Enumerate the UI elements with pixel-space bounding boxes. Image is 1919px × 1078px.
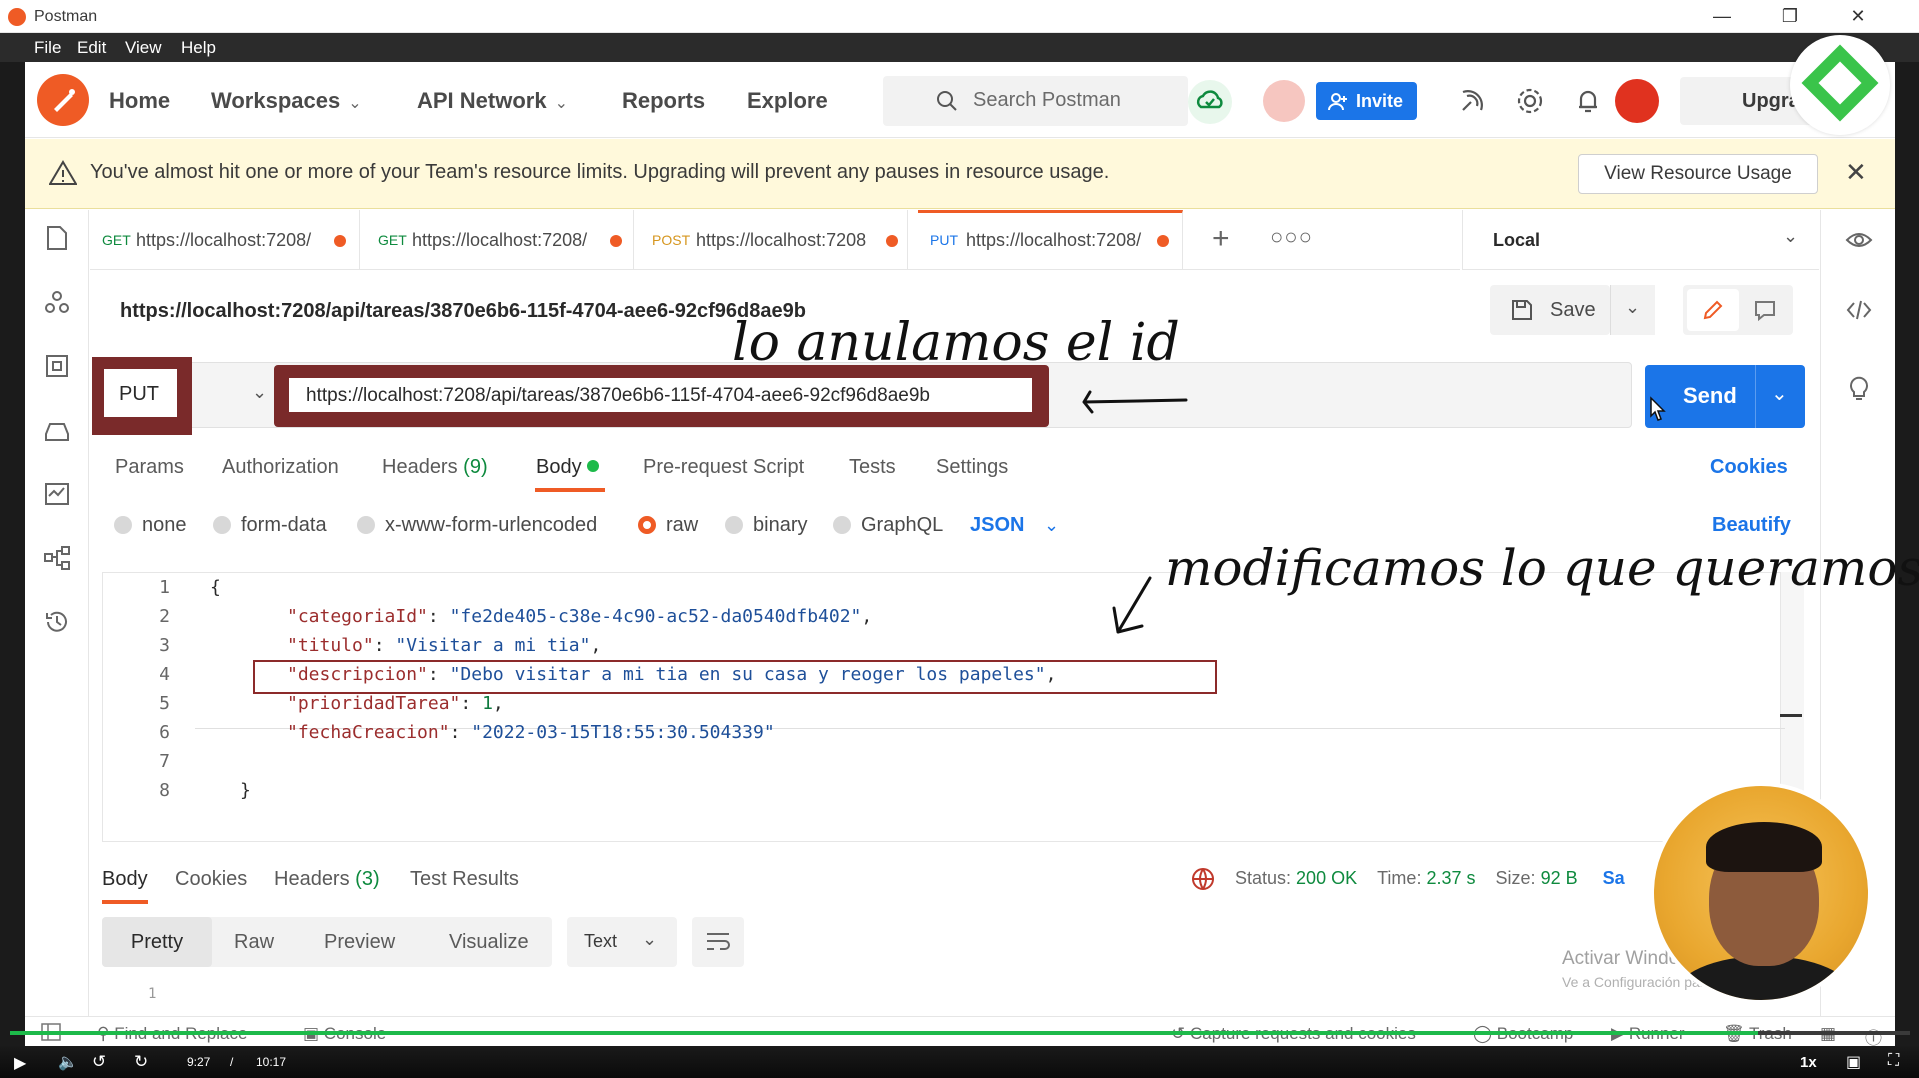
video-progress-fill: [10, 1031, 1758, 1035]
current-time: 9:27: [187, 1055, 211, 1069]
handwritten-annotations: lo anulamos el id modificamos lo que que…: [732, 313, 1919, 634]
video-player-controls: ▶ 🔈 ↺ ↻ 9:27 / 10:17 1x ▣ ⛶: [0, 1046, 1919, 1078]
play-icon[interactable]: ▶: [14, 1053, 26, 1073]
duration: 10:17: [256, 1055, 287, 1069]
forward-icon[interactable]: ↻: [134, 1052, 148, 1072]
mouse-cursor-icon: [1650, 396, 1666, 421]
annotation-arrow-left: [1082, 390, 1188, 414]
time-separator: /: [230, 1055, 234, 1069]
speed-button[interactable]: 1x: [1800, 1054, 1817, 1071]
pip-icon[interactable]: ▣: [1846, 1052, 1861, 1072]
annotation-modificamos: modificamos lo que queramos: [1165, 539, 1919, 597]
rewind-icon[interactable]: ↺: [92, 1052, 106, 1072]
volume-icon[interactable]: 🔈: [58, 1052, 78, 1072]
fullscreen-icon[interactable]: ⛶: [1888, 1052, 1899, 1070]
annotation-arrow-down-left: [1112, 576, 1152, 634]
annotation-anulamos: lo anulamos el id: [732, 313, 1180, 373]
